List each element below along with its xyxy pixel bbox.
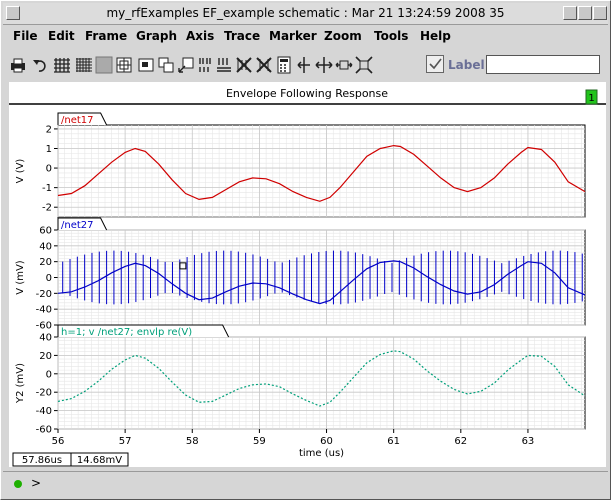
fit-both-icon[interactable]: [355, 56, 373, 74]
select-frame-icon[interactable]: [177, 56, 195, 74]
cursor-x-readout: 57.86us: [22, 455, 62, 466]
waveform-plot[interactable]: Envelope Following Response 1 -2 -1 0 1 2 V (V)…: [9, 82, 606, 467]
window-title: my_rfExamples EF_example schematic : Mar…: [106, 6, 505, 20]
y-tick-label: 60: [39, 226, 52, 237]
show-traces-icon[interactable]: [255, 56, 273, 74]
y-tick-label: 20: [39, 351, 52, 362]
y-tick-label: 40: [39, 241, 52, 252]
bar-mode-icon[interactable]: [197, 56, 215, 74]
trace-name-label: /net27: [61, 220, 94, 231]
status-bar: >: [3, 471, 608, 498]
menu-help[interactable]: Help: [420, 29, 451, 43]
maximize-button[interactable]: [578, 6, 592, 20]
x-tick-label: 62: [454, 436, 467, 447]
strip-mode-icon[interactable]: [215, 56, 233, 74]
undo-icon[interactable]: [31, 56, 49, 74]
y-tick-label: -20: [36, 289, 52, 300]
status-indicator-icon: [14, 480, 22, 488]
menu-edit[interactable]: Edit: [48, 29, 75, 43]
fit-y-icon[interactable]: [335, 56, 353, 74]
x-tick-label: 61: [387, 436, 400, 447]
menu-tools[interactable]: Tools: [374, 29, 408, 43]
grid-icon[interactable]: [53, 56, 71, 74]
y-tick-label: 0: [46, 273, 52, 284]
label-input[interactable]: [486, 55, 600, 74]
fit-window-icon[interactable]: [137, 56, 155, 74]
app-window: my_rfExamples EF_example schematic : Mar…: [0, 0, 611, 500]
cursor-y-readout: 14.68mV: [77, 455, 122, 466]
hide-traces-icon[interactable]: [235, 56, 253, 74]
y-axis-label: V (mV): [15, 260, 26, 295]
y-tick-label: -40: [36, 406, 52, 417]
menu-trace[interactable]: Trace: [224, 29, 260, 43]
menu-zoom[interactable]: Zoom: [324, 29, 362, 43]
close-button[interactable]: [593, 6, 607, 20]
y-tick-label: 0: [46, 164, 52, 175]
checkmark-icon: [429, 58, 442, 70]
x-axis-label: time (us): [299, 448, 344, 459]
calculator-icon[interactable]: [275, 56, 293, 74]
plot-title: Envelope Following Response: [226, 87, 388, 100]
x-tick-label: 57: [119, 436, 132, 447]
menu-bar: File Edit Frame Graph Axis Trace Marker …: [3, 26, 608, 48]
y-tick-label: 0: [46, 369, 52, 380]
printer-icon[interactable]: [9, 56, 27, 74]
y-tick-label: -1: [42, 183, 52, 194]
menu-graph[interactable]: Graph: [136, 29, 177, 43]
blank-icon[interactable]: [95, 56, 113, 74]
y-tick-label: 40: [39, 333, 52, 344]
x-tick-label: 56: [52, 436, 65, 447]
command-prompt[interactable]: >: [31, 476, 41, 490]
select-graph-icon[interactable]: [157, 56, 175, 74]
x-tick-label: 59: [253, 436, 266, 447]
trace-name-label: h=1; v /net27; envlp re(V): [61, 327, 192, 338]
y-tick-label: -60: [36, 321, 52, 332]
y-tick-label: -60: [36, 425, 52, 436]
graph-panel-3[interactable]: [57, 336, 586, 430]
menu-axis[interactable]: Axis: [186, 29, 214, 43]
menu-file[interactable]: File: [13, 29, 38, 43]
trace-name-label: /net17: [61, 115, 94, 126]
x-tick-label: 60: [320, 436, 333, 447]
y-tick-label: 2: [46, 124, 52, 135]
y-axis-label: Y2 (mV): [15, 363, 26, 404]
y-axis-label: V (V): [15, 159, 26, 184]
y-tick-label: 1: [46, 144, 52, 155]
minimize-button[interactable]: [563, 6, 577, 20]
y-tick-label: -40: [36, 305, 52, 316]
zoom-fit-icon[interactable]: [115, 56, 133, 74]
label-checkbox[interactable]: [426, 55, 444, 73]
x-tick-label: 63: [522, 436, 535, 447]
y-tick-label: -2: [42, 203, 52, 214]
plot-area: Envelope Following Response 1 -2 -1 0 1 2 V (V)…: [9, 82, 606, 467]
frame-number-label: 1: [588, 93, 594, 104]
menu-marker[interactable]: Marker: [269, 29, 317, 43]
fine-grid-icon[interactable]: [75, 56, 93, 74]
split-vertical-icon[interactable]: [295, 56, 313, 74]
y-tick-label: -20: [36, 388, 52, 399]
fit-x-icon[interactable]: [315, 56, 333, 74]
y-tick-label: 20: [39, 257, 52, 268]
x-tick-label: 58: [186, 436, 199, 447]
title-bar: my_rfExamples EF_example schematic : Mar…: [3, 3, 608, 25]
label-toggle-text: Label: [448, 58, 485, 72]
menu-frame[interactable]: Frame: [85, 29, 127, 43]
